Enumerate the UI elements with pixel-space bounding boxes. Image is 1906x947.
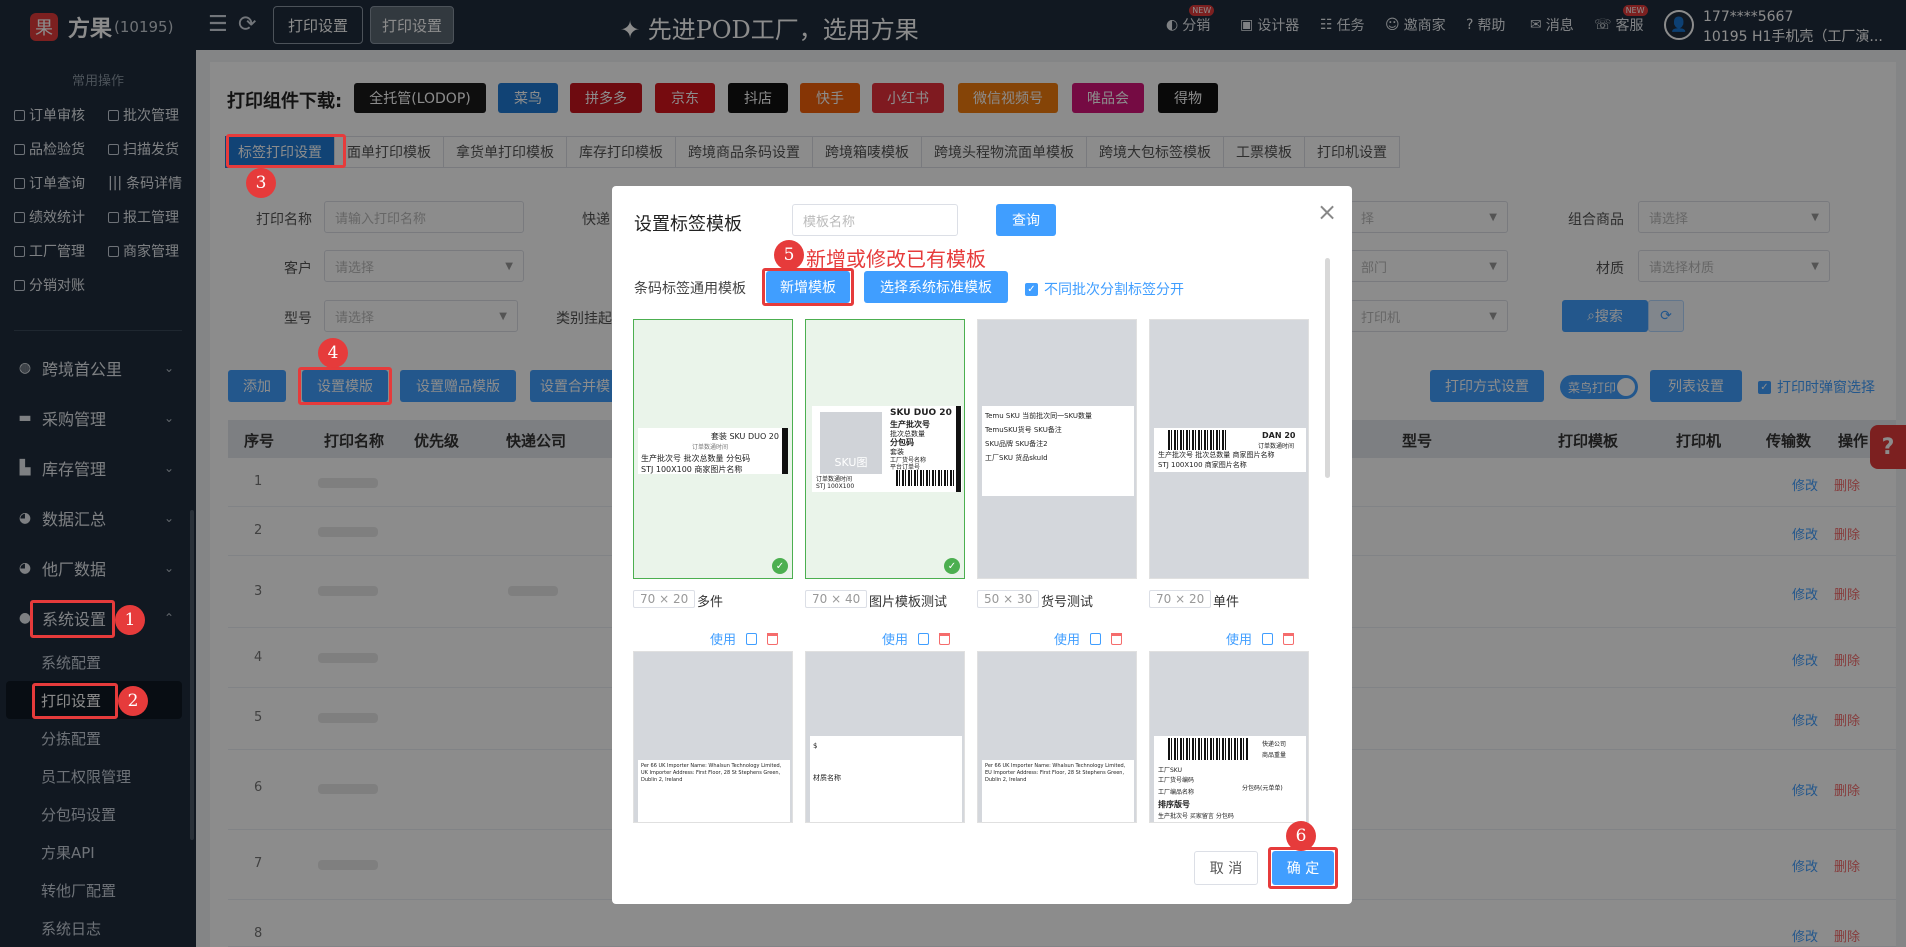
template-card-1[interactable]: 套装 SKU DUO 20 订单数通时间 生产批次号 批次总数量 分包码 STJ… xyxy=(633,319,793,579)
highlight-label-tab xyxy=(226,134,346,168)
card-actions: 使用 xyxy=(882,629,951,648)
trash-icon[interactable] xyxy=(939,632,951,645)
check-icon: ✓ xyxy=(1025,282,1038,296)
barcode-template-subtitle: 条码标签通用模板 xyxy=(634,281,746,297)
highlight-confirm xyxy=(1268,847,1338,889)
highlight-print-settings xyxy=(32,683,118,719)
barcode xyxy=(896,470,956,486)
label-preview: DAN 20 订单数通时间 生产批次号 批次总数量 商家图片名称 STJ 100… xyxy=(1154,428,1306,472)
step-badge-5: 5 xyxy=(774,240,804,270)
highlight-system-settings xyxy=(30,600,115,638)
label-preview: Per 66 UK Importer Name: Whalsun Technol… xyxy=(638,760,790,822)
use-link[interactable]: 使用 xyxy=(882,629,908,648)
trash-icon[interactable] xyxy=(1283,632,1295,645)
copy-icon[interactable] xyxy=(1090,632,1102,645)
template-size-tag: 50 × 30 xyxy=(977,590,1040,608)
barcode-strip xyxy=(956,406,961,492)
split-batch-checkbox[interactable]: ✓ 不同批次分割标签分开 xyxy=(1025,279,1184,299)
label-preview: SKU图 SKU DUO 20 生产批次号 批次总数量 分包码 套装 工厂货号名… xyxy=(812,406,962,492)
trash-icon[interactable] xyxy=(1111,632,1123,645)
trash-icon[interactable] xyxy=(767,632,779,645)
use-link[interactable]: 使用 xyxy=(710,629,736,648)
template-card-5[interactable]: Per 66 UK Importer Name: Whalsun Technol… xyxy=(633,651,793,823)
label-preview: $ 材质名称 xyxy=(810,736,962,822)
template-card-4[interactable]: DAN 20 订单数通时间 生产批次号 批次总数量 商家图片名称 STJ 100… xyxy=(1149,319,1309,579)
label-preview: 快递公司 商品重量 工厂SKU 工厂货号编码 分包码(元单单) 工厂编品名称 排… xyxy=(1154,736,1306,822)
query-button[interactable]: 查询 xyxy=(996,204,1056,236)
step-badge-3: 3 xyxy=(246,168,276,198)
step-badge-1: 1 xyxy=(115,605,145,635)
highlight-add-template xyxy=(762,268,854,306)
template-name: 货号测试 xyxy=(1041,595,1094,610)
template-name-input[interactable]: 模板名称 xyxy=(792,204,958,236)
use-link[interactable]: 使用 xyxy=(1054,629,1080,648)
cancel-button[interactable]: 取 消 xyxy=(1194,851,1258,885)
step-badge-2: 2 xyxy=(118,686,148,716)
copy-icon[interactable] xyxy=(1262,632,1274,645)
barcode xyxy=(1168,430,1228,450)
dialog-footer-mask xyxy=(612,823,1352,847)
copy-icon[interactable] xyxy=(918,632,930,645)
barcode xyxy=(1168,738,1248,760)
copy-icon[interactable] xyxy=(746,632,758,645)
step-badge-6: 6 xyxy=(1286,821,1316,851)
check-circle-icon: ✓ xyxy=(772,558,788,574)
dialog-title: 设置标签模板 xyxy=(634,214,742,235)
use-link[interactable]: 使用 xyxy=(1226,629,1252,648)
template-size-tag: 70 × 20 xyxy=(1149,590,1212,608)
template-name: 单件 xyxy=(1213,595,1240,610)
label-preview: Temu SKU 当前批次同一SKU数量 TemuSKU货号 SKU备注 SKU… xyxy=(982,406,1134,496)
highlight-set-template xyxy=(298,367,392,405)
step-badge-4: 4 xyxy=(318,338,348,368)
barcode-strip xyxy=(782,428,788,474)
check-circle-icon: ✓ xyxy=(944,558,960,574)
template-name: 图片模板测试 xyxy=(869,595,948,610)
card-actions: 使用 xyxy=(1226,629,1295,648)
sku-image-placeholder-icon: SKU图 xyxy=(820,412,882,474)
card-actions: 使用 xyxy=(1054,629,1123,648)
label-preview: Per 66 UK Importer Name: Whalsun Technol… xyxy=(982,760,1134,822)
template-card-6[interactable]: $ 材质名称 xyxy=(805,651,965,823)
template-size-tag: 70 × 20 xyxy=(633,590,696,608)
template-card-3[interactable]: Temu SKU 当前批次同一SKU数量 TemuSKU货号 SKU备注 SKU… xyxy=(977,319,1137,579)
template-card-2[interactable]: SKU图 SKU DUO 20 生产批次号 批次总数量 分包码 套装 工厂货号名… xyxy=(805,319,965,579)
close-icon[interactable]: × xyxy=(1317,198,1337,226)
system-template-button[interactable]: 选择系统标准模板 xyxy=(864,271,1008,303)
template-card-8[interactable]: 快递公司 商品重量 工厂SKU 工厂货号编码 分包码(元单单) 工厂编品名称 排… xyxy=(1149,651,1309,823)
template-size-tag: 70 × 40 xyxy=(805,590,868,608)
label-preview: 套装 SKU DUO 20 订单数通时间 生产批次号 批次总数量 分包码 STJ… xyxy=(638,428,782,474)
dialog-scrollbar[interactable] xyxy=(1325,258,1330,478)
step5-annotation-text: 新增或修改已有模板 xyxy=(806,247,986,271)
template-card-7[interactable]: Per 66 UK Importer Name: Whalsun Technol… xyxy=(977,651,1137,823)
card-actions: 使用 xyxy=(710,629,779,648)
template-name: 多件 xyxy=(697,595,724,610)
